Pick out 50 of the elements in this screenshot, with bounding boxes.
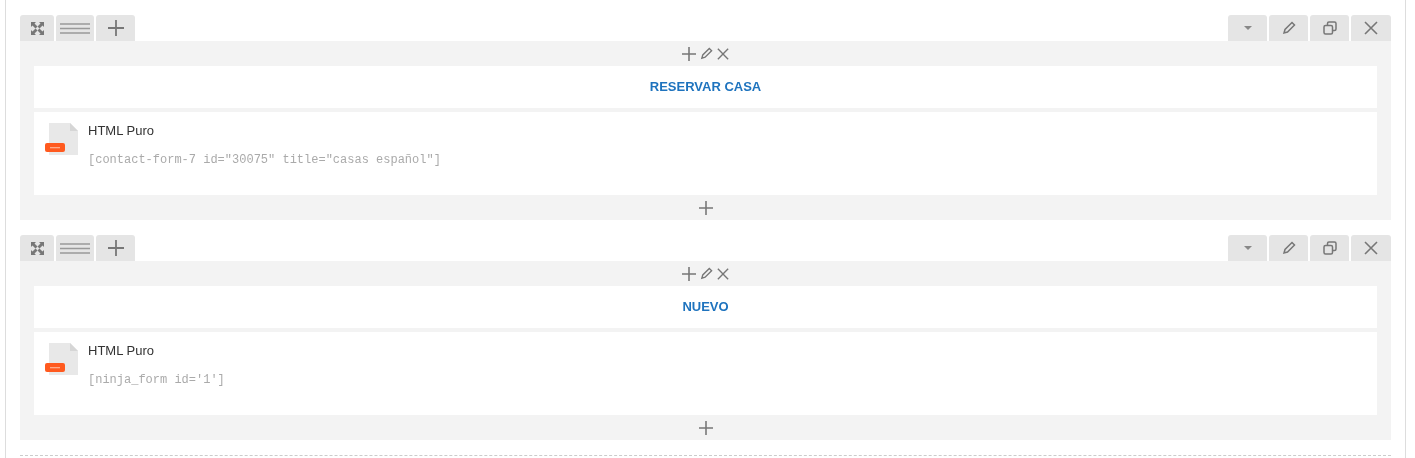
widget-title: HTML Puro: [88, 123, 155, 139]
close-icon: [1364, 21, 1378, 35]
close-icon: [1364, 241, 1378, 255]
code-text: [ninja_form id='1']: [88, 372, 225, 389]
edit-button[interactable]: [700, 267, 713, 280]
plus-icon: [107, 20, 124, 36]
plus-icon: [698, 420, 713, 435]
close-icon: [717, 47, 729, 60]
expand-icon: [30, 21, 44, 35]
duplicate-button[interactable]: [1310, 15, 1349, 41]
plus-icon: [682, 266, 696, 281]
widget-title: HTML Puro: [88, 343, 155, 359]
add-button[interactable]: [698, 420, 713, 435]
add-button[interactable]: [698, 200, 713, 215]
fullscreen-button[interactable]: [20, 15, 54, 41]
plus-icon: [107, 240, 124, 256]
duplicate-icon: [1322, 21, 1337, 35]
delete-button[interactable]: [717, 47, 729, 60]
drag-handle[interactable]: [56, 15, 94, 41]
drag-handle[interactable]: [56, 235, 94, 261]
pencil-icon: [700, 267, 713, 280]
pencil-icon: [700, 47, 713, 60]
delete-button[interactable]: [1351, 235, 1391, 261]
delete-button[interactable]: [1351, 15, 1391, 41]
fullscreen-button[interactable]: [20, 235, 54, 261]
add-button[interactable]: [682, 46, 696, 61]
add-button[interactable]: [682, 266, 696, 281]
caret-icon: [1243, 246, 1252, 250]
html-file-icon: [45, 343, 79, 375]
pencil-icon: [1281, 241, 1296, 255]
pencil-icon: [1281, 21, 1296, 35]
close-icon: [717, 267, 729, 280]
heading: RESERVAR CASA: [649, 78, 762, 97]
add-button[interactable]: [96, 15, 135, 41]
add-button[interactable]: [96, 235, 135, 261]
menu-icon: [60, 22, 90, 34]
plus-icon: [682, 46, 696, 61]
code-text: [contact-form-7 id="30075" title="casas español"]: [88, 152, 441, 169]
menu-icon: [60, 242, 90, 254]
caret-icon: [1243, 26, 1252, 30]
delete-button[interactable]: [717, 267, 729, 280]
edit-button[interactable]: [700, 47, 713, 60]
edit-button[interactable]: [1269, 235, 1308, 261]
plus-icon: [698, 200, 713, 215]
duplicate-icon: [1322, 241, 1337, 255]
html-file-icon: [45, 123, 79, 155]
duplicate-button[interactable]: [1310, 235, 1349, 261]
heading: NUEVO: [682, 298, 729, 317]
expand-icon: [30, 241, 44, 255]
edit-button[interactable]: [1269, 15, 1308, 41]
